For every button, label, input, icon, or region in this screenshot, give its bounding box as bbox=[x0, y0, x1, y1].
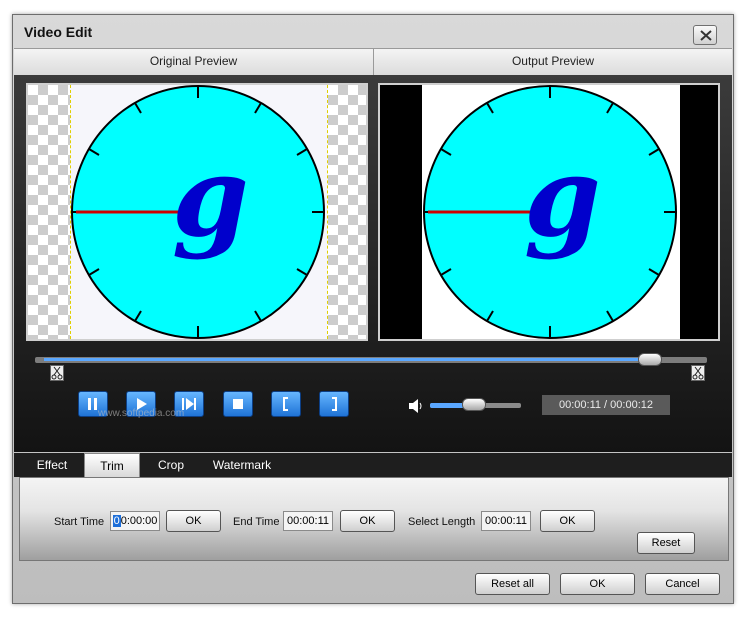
reset-button[interactable]: Reset bbox=[637, 532, 695, 554]
end-time-label: End Time bbox=[233, 516, 280, 528]
original-preview-label: Original Preview bbox=[149, 54, 238, 68]
preview-headers: Original Preview Output Preview bbox=[14, 48, 732, 76]
start-ok-button[interactable]: OK bbox=[166, 510, 221, 532]
tab-trim[interactable]: Trim bbox=[84, 453, 140, 477]
close-button[interactable] bbox=[693, 25, 717, 45]
reset-all-button[interactable]: Reset all bbox=[475, 573, 550, 595]
clock-image: g bbox=[71, 85, 325, 339]
trim-start-marker[interactable] bbox=[50, 365, 64, 381]
stop-button[interactable] bbox=[223, 391, 253, 417]
output-preview: g bbox=[378, 83, 720, 341]
seek-thumb[interactable] bbox=[637, 353, 662, 366]
trim-end-marker[interactable] bbox=[691, 365, 705, 381]
player-area: g g www.softpedia.com 00:00:11 / 00:00:1… bbox=[14, 75, 732, 452]
ok-button[interactable]: OK bbox=[560, 573, 635, 595]
end-ok-button[interactable]: OK bbox=[340, 510, 395, 532]
watermark-text: www.softpedia.com bbox=[98, 408, 185, 419]
end-time-field[interactable]: 00:00:11 bbox=[283, 511, 333, 531]
length-ok-button[interactable]: OK bbox=[540, 510, 595, 532]
tab-bar: Effect Trim Crop Watermark bbox=[14, 453, 732, 477]
start-time-selected: 0 bbox=[112, 515, 121, 527]
video-edit-window: Video Edit Original Preview Output Previ… bbox=[12, 14, 734, 604]
output-clock-image: g bbox=[423, 85, 677, 339]
mark-in-button[interactable] bbox=[271, 391, 301, 417]
tab-effect[interactable]: Effect bbox=[22, 453, 82, 477]
title-bar: Video Edit bbox=[13, 15, 733, 47]
output-preview-label: Output Preview bbox=[511, 54, 595, 68]
window-title: Video Edit bbox=[24, 24, 93, 40]
trim-panel: Start Time 00:00:00 OK End Time 00:00:11… bbox=[19, 477, 729, 561]
start-time-field[interactable]: 00:00:00 bbox=[110, 511, 160, 531]
time-display: 00:00:11 / 00:00:12 bbox=[542, 395, 670, 415]
close-icon bbox=[700, 30, 712, 41]
cancel-button[interactable]: Cancel bbox=[645, 573, 720, 595]
select-length-label: Select Length bbox=[408, 516, 476, 528]
tab-crop[interactable]: Crop bbox=[146, 453, 196, 477]
start-time-label: Start Time bbox=[54, 516, 105, 528]
speaker-icon[interactable] bbox=[407, 398, 425, 414]
tab-watermark[interactable]: Watermark bbox=[202, 453, 282, 477]
scissors-icon bbox=[51, 366, 63, 380]
bracket-left-icon bbox=[283, 397, 288, 411]
stop-icon bbox=[233, 399, 243, 409]
volume-thumb[interactable] bbox=[461, 398, 486, 411]
seek-fill bbox=[44, 358, 649, 361]
start-time-rest: 0:00:00 bbox=[120, 515, 158, 527]
select-length-field[interactable]: 00:00:11 bbox=[481, 511, 531, 531]
clock-letter: g bbox=[172, 132, 249, 261]
mark-out-button[interactable] bbox=[319, 391, 349, 417]
bracket-right-icon bbox=[332, 397, 337, 411]
original-preview: g bbox=[26, 83, 368, 341]
scissors-icon bbox=[692, 366, 704, 380]
output-clock-letter: g bbox=[524, 132, 601, 261]
